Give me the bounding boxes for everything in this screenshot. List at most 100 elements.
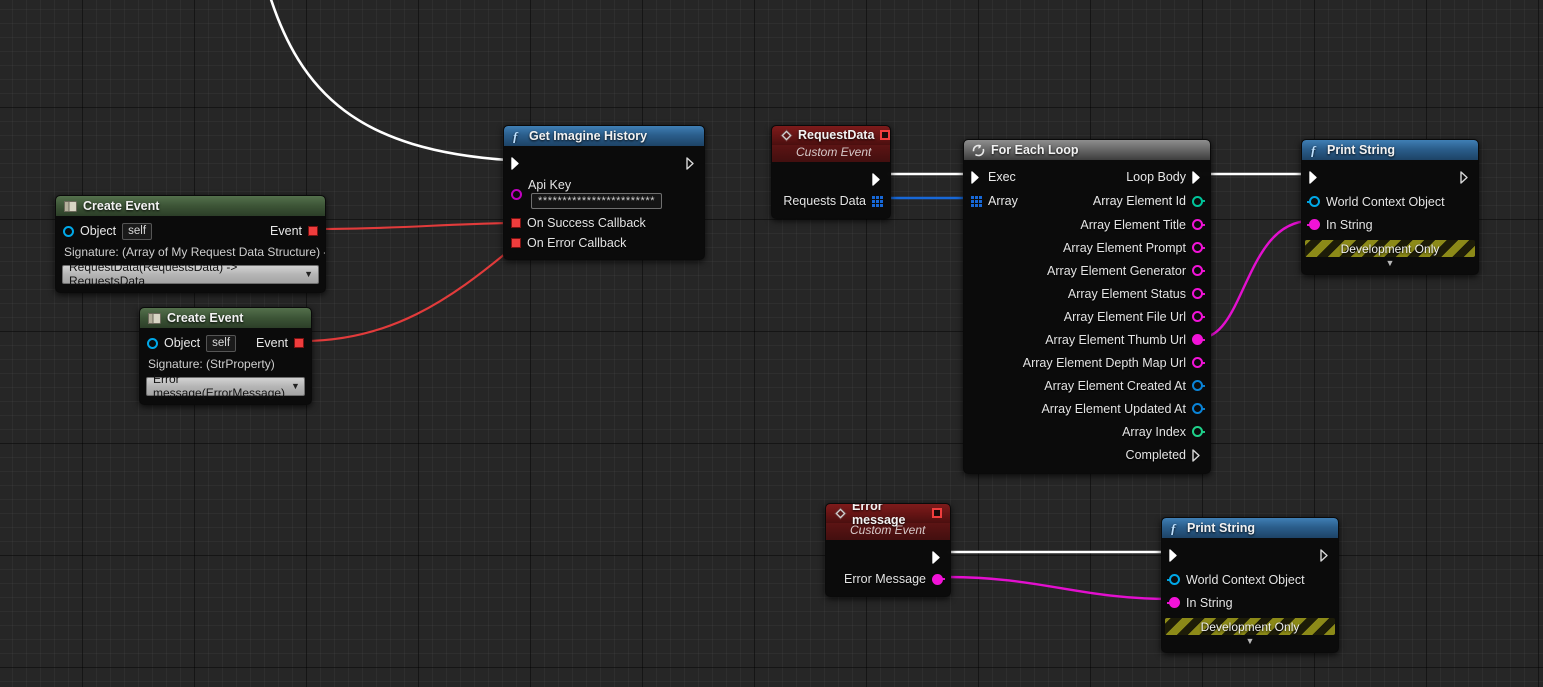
expand-advanced-caret-icon[interactable]: ▼: [1302, 257, 1478, 268]
api-key-label: Api Key: [528, 178, 572, 192]
event-delegate-pin-icon[interactable]: [294, 338, 304, 348]
chevron-down-icon: ▼: [304, 269, 313, 279]
node-custom-event-requestdata[interactable]: RequestData Custom Event Requests Data: [771, 125, 891, 219]
event-delegate-output-pin-icon[interactable]: [932, 508, 942, 518]
make-struct-icon: [148, 312, 161, 325]
development-only-label: Development Only: [1340, 241, 1440, 256]
development-only-banner: Development Only: [1165, 618, 1335, 635]
array-element-prompt-pin-icon[interactable]: [1192, 242, 1203, 253]
in-string-pin-icon[interactable]: [1169, 597, 1180, 608]
error-message-label: Error Message: [844, 572, 926, 586]
event-label: Event: [256, 336, 288, 350]
array-element-title-pin-icon[interactable]: [1192, 219, 1203, 230]
in-string-label: In String: [1326, 217, 1373, 232]
node-print-string-top[interactable]: f Print String World Context Object In S…: [1301, 139, 1479, 275]
array-element-file-url-pin-icon[interactable]: [1192, 311, 1203, 322]
array-element-thumb-url-pin-icon[interactable]: [1192, 334, 1203, 345]
requests-data-array-pin-icon[interactable]: [872, 195, 883, 207]
exec-output-completed-pin-icon[interactable]: [1192, 448, 1203, 462]
custom-event-diamond-icon: [780, 128, 793, 142]
loop-body-label: Loop Body: [1126, 170, 1186, 184]
array-element-depth-map-url-row: Array Element Depth Map Url: [964, 351, 1210, 374]
node-body: World Context Object In String Developme…: [1162, 538, 1338, 652]
error-message-pin-icon[interactable]: [932, 573, 943, 585]
array-element-created-at-pin-icon[interactable]: [1192, 380, 1203, 391]
signature-text: Signature: (StrProperty): [148, 357, 275, 371]
chevron-down-icon: ▼: [291, 381, 300, 391]
node-title-bar: Create Event: [140, 308, 311, 328]
world-context-object-pin-icon[interactable]: [1309, 196, 1320, 207]
error-message-output-row: Error Message: [826, 568, 950, 590]
in-string-row: In String: [1302, 213, 1478, 236]
array-element-status-pin-icon[interactable]: [1192, 288, 1203, 299]
node-custom-event-error-message[interactable]: Error message Custom Event Error Message: [825, 503, 951, 597]
exec-output-pin-icon[interactable]: [1460, 170, 1471, 184]
exec-row: [1162, 542, 1338, 568]
exec-input-pin-icon[interactable]: [511, 156, 522, 170]
exec-output-pin-icon[interactable]: [872, 172, 883, 186]
object-self-value[interactable]: self: [206, 334, 237, 352]
wire-thumburl-to-instring: [1198, 219, 1312, 340]
exec-input-pin-icon[interactable]: [1169, 548, 1180, 562]
exec-row: [504, 150, 704, 176]
api-key-input[interactable]: ************************: [531, 193, 663, 209]
object-pin-icon[interactable]: [63, 225, 74, 237]
array-index-pin-icon[interactable]: [1192, 426, 1203, 437]
node-get-imagine-history[interactable]: f Get Imagine History Api Key **********…: [503, 125, 705, 260]
exec-output-pin-icon[interactable]: [686, 156, 697, 170]
completed-label: Completed: [1125, 448, 1186, 462]
event-signature-dropdown[interactable]: Error message(ErrorMessage) ▼: [146, 372, 305, 400]
event-signature-dropdown-value: Error message(ErrorMessage): [153, 372, 286, 400]
on-error-callback-row: On Error Callback: [504, 233, 704, 253]
array-index-label: Array Index: [1122, 424, 1186, 439]
world-context-object-label: World Context Object: [1186, 572, 1305, 587]
function-f-icon: f: [512, 130, 523, 143]
wire-event-to-on-success: [315, 221, 514, 231]
in-string-pin-icon[interactable]: [1309, 219, 1320, 230]
array-element-created-at-label: Array Element Created At: [1044, 378, 1186, 393]
array-element-prompt-row: Array Element Prompt: [964, 236, 1210, 259]
api-key-pin-icon[interactable]: [511, 189, 522, 200]
object-event-row: Object self Event: [140, 332, 311, 354]
exec-output-loopbody-pin-icon[interactable]: [1192, 170, 1203, 184]
array-element-prompt-label: Array Element Prompt: [1063, 240, 1186, 255]
array-elementid-row: Array Array Element Id: [964, 189, 1210, 213]
exec-row: [1302, 164, 1478, 190]
object-self-value[interactable]: self: [122, 222, 153, 240]
array-element-id-pin-icon[interactable]: [1192, 195, 1203, 207]
object-pin-icon[interactable]: [147, 337, 158, 349]
array-element-generator-label: Array Element Generator: [1047, 263, 1186, 278]
exec-output-pin-icon[interactable]: [1320, 548, 1331, 562]
exec-output-pin-icon[interactable]: [932, 550, 943, 564]
world-context-object-row: World Context Object: [1302, 190, 1478, 213]
node-title-bar: f Print String: [1302, 140, 1478, 160]
expand-advanced-caret-icon[interactable]: ▼: [1162, 635, 1338, 646]
node-print-string-bottom[interactable]: f Print String World Context Object In S…: [1161, 517, 1339, 653]
on-success-delegate-pin-icon[interactable]: [511, 218, 521, 228]
on-error-delegate-pin-icon[interactable]: [511, 238, 521, 248]
event-signature-dropdown[interactable]: RequestData(RequestsData) -> RequestsDat…: [62, 260, 319, 288]
array-element-depth-map-url-label: Array Element Depth Map Url: [1022, 355, 1186, 370]
node-create-event-requestdata[interactable]: Create Event Object self Event Signature…: [55, 195, 326, 293]
loop-macro-icon: [972, 144, 985, 157]
exec-input-pin-icon[interactable]: [971, 170, 982, 184]
array-element-depth-map-url-pin-icon[interactable]: [1192, 357, 1203, 368]
array-element-title-row: Array Element Title: [964, 213, 1210, 236]
node-body: Requests Data: [772, 162, 890, 218]
api-key-row: Api Key ************************: [504, 176, 704, 209]
array-element-file-url-row: Array Element File Url: [964, 305, 1210, 328]
blueprint-graph-canvas[interactable]: Create Event Object self Event Signature…: [0, 0, 1543, 687]
array-input-pin-icon[interactable]: [971, 195, 982, 207]
node-create-event-errormessage[interactable]: Create Event Object self Event Signature…: [139, 307, 312, 405]
node-for-each-loop[interactable]: For Each Loop Exec Loop Body Array Array…: [963, 139, 1211, 474]
world-context-object-pin-icon[interactable]: [1169, 574, 1180, 585]
array-element-updated-at-pin-icon[interactable]: [1192, 403, 1203, 414]
event-delegate-output-pin-icon[interactable]: [880, 130, 890, 140]
node-body: Object self Event Signature: (Array of M…: [56, 216, 325, 292]
array-label: Array: [988, 194, 1018, 208]
exec-input-pin-icon[interactable]: [1309, 170, 1320, 184]
array-element-generator-pin-icon[interactable]: [1192, 265, 1203, 276]
event-delegate-pin-icon[interactable]: [308, 226, 318, 236]
exec-label: Exec: [988, 170, 1016, 184]
array-element-status-label: Array Element Status: [1067, 286, 1186, 301]
